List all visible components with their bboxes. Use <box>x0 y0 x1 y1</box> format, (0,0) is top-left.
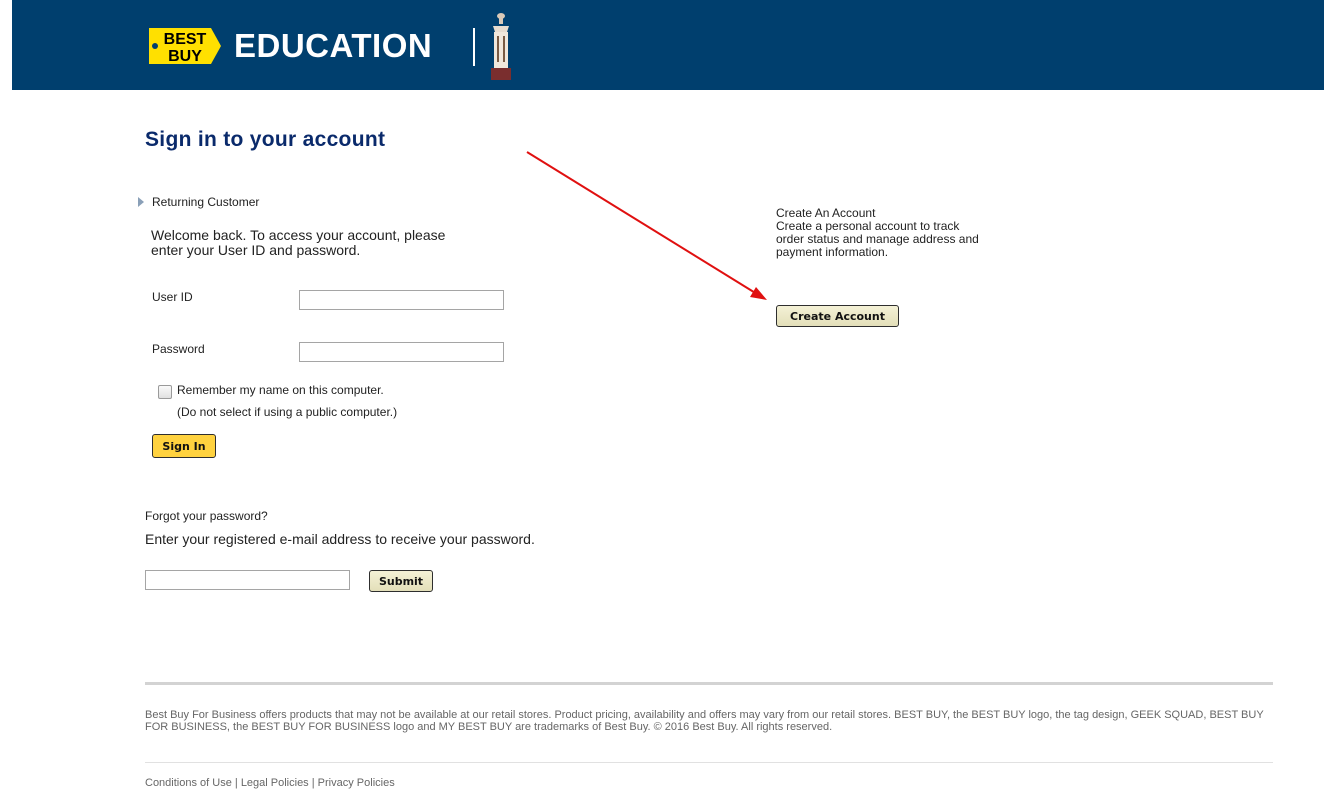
welcome-message: Welcome back. To access your account, pl… <box>151 227 446 258</box>
logo-best-text: BEST <box>164 31 207 48</box>
create-account-button[interactable]: Create Account <box>776 305 899 327</box>
create-account-section: Create An Account Create a personal acco… <box>776 207 986 259</box>
clock-tower-icon <box>491 13 511 80</box>
forgot-password-heading: Forgot your password? <box>145 509 268 523</box>
site-header: BEST BUY EDUCATION <box>12 0 1324 90</box>
logo-buy-text: BUY <box>168 48 202 65</box>
footer-separator: | <box>311 777 315 789</box>
returning-customer-heading: Returning Customer <box>152 195 260 209</box>
sign-in-button[interactable]: Sign In <box>152 434 216 458</box>
password-label: Password <box>152 342 205 356</box>
create-account-description: Create a personal account to track order… <box>776 219 979 259</box>
remember-me-checkbox[interactable] <box>158 385 172 399</box>
page-title: Sign in to your account <box>145 128 386 151</box>
header-section-title: EDUCATION <box>234 27 433 64</box>
footer-links: Conditions of Use | Legal Policies | Pri… <box>145 777 395 789</box>
user-id-input[interactable] <box>299 290 504 310</box>
best-buy-logo[interactable]: BEST BUY <box>145 24 223 68</box>
remember-me-label: Remember my name on this computer. <box>177 383 384 397</box>
user-id-label: User ID <box>152 290 193 304</box>
returning-customer-toggle[interactable]: Returning Customer <box>138 195 259 209</box>
conditions-of-use-link[interactable]: Conditions of Use <box>145 777 232 789</box>
legal-policies-link[interactable]: Legal Policies <box>241 777 309 789</box>
footer-divider <box>145 682 1273 685</box>
footer-legal-text: Best Buy For Business offers products th… <box>145 709 1264 733</box>
email-input[interactable] <box>145 570 350 590</box>
submit-button[interactable]: Submit <box>369 570 433 592</box>
footer-separator: | <box>234 777 238 789</box>
public-computer-note: (Do not select if using a public compute… <box>177 405 398 419</box>
header-divider <box>473 28 475 66</box>
footer-divider-bottom <box>145 762 1273 763</box>
password-input[interactable] <box>299 342 504 362</box>
expand-triangle-icon <box>138 197 144 207</box>
forgot-password-instructions: Enter your registered e-mail address to … <box>145 531 535 547</box>
privacy-policies-link[interactable]: Privacy Policies <box>318 777 395 789</box>
